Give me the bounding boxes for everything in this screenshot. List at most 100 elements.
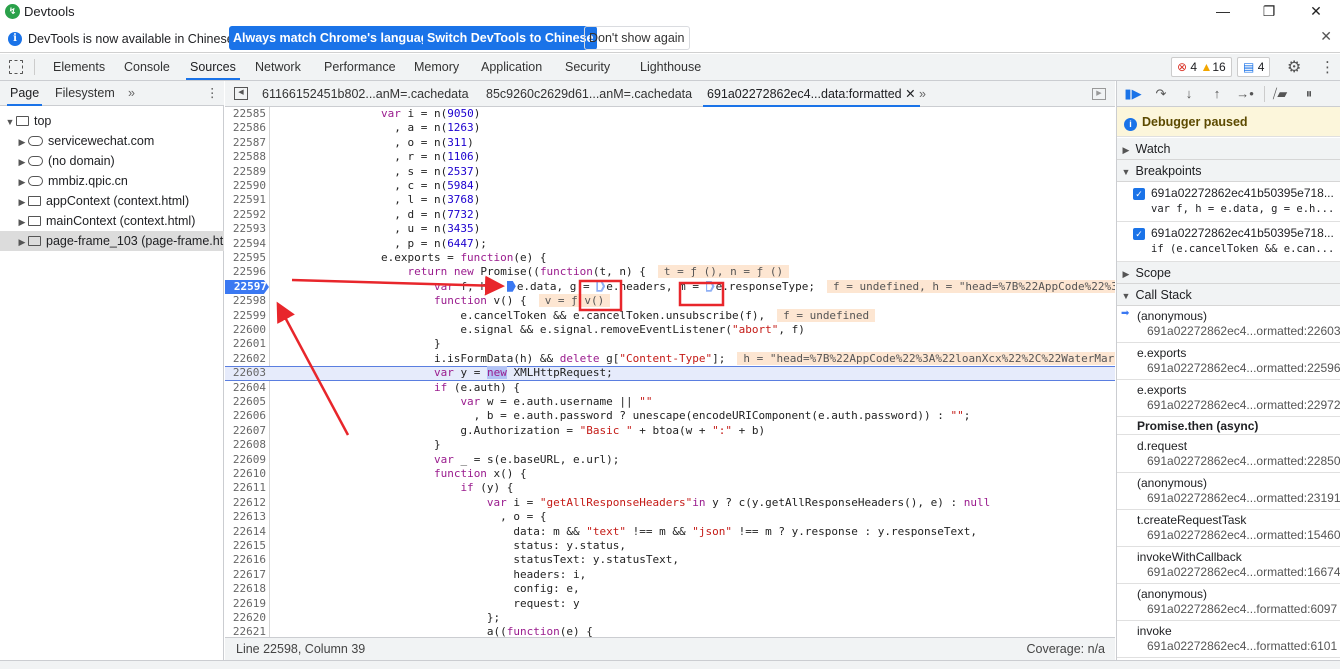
- frame-location[interactable]: 691a02272862ec4...ormatted:22850: [1147, 454, 1340, 468]
- line-number[interactable]: 22605: [225, 395, 268, 409]
- close-icon[interactable]: ✕: [1320, 28, 1332, 45]
- call-frame[interactable]: (anonymous) 691a02272862ec4...formatted:6…: [1117, 584, 1340, 621]
- tree-item[interactable]: ▶ appContext (context.html): [0, 191, 224, 211]
- frame-location[interactable]: 691a02272862ec4...ormatted:22596: [1147, 361, 1340, 375]
- tab-performance[interactable]: Performance: [320, 54, 400, 80]
- tree-item[interactable]: ▶ mainContext (context.html): [0, 211, 224, 231]
- tree-item[interactable]: ▶ (no domain): [0, 151, 224, 171]
- line-number[interactable]: 22619: [225, 597, 268, 611]
- breakpoint-checkbox[interactable]: ✓: [1133, 188, 1145, 200]
- line-number[interactable]: 22595: [225, 251, 268, 265]
- deactivate-breakpoints-icon[interactable]: ⧸▰: [1269, 84, 1291, 104]
- line-number[interactable]: 22618: [225, 582, 268, 596]
- more-tabs-icon[interactable]: »: [125, 81, 138, 106]
- frame-location[interactable]: 691a02272862ec4...ormatted:22972: [1147, 398, 1340, 412]
- section-call-stack[interactable]: ▼ Call Stack: [1117, 284, 1340, 306]
- tab-lighthouse[interactable]: Lighthouse: [636, 54, 705, 80]
- settings-gear-icon[interactable]: ⚙: [1287, 57, 1301, 77]
- expand-triangle-icon[interactable]: ▶: [16, 232, 28, 251]
- section-breakpoints[interactable]: ▼ Breakpoints: [1117, 160, 1340, 182]
- minimize-icon[interactable]: —: [1200, 0, 1246, 24]
- tab-sources[interactable]: Sources: [186, 54, 240, 80]
- line-number[interactable]: 22620: [225, 611, 268, 625]
- inline-breakpoint-inactive-icon[interactable]: [705, 280, 715, 292]
- line-number[interactable]: 22614: [225, 525, 268, 539]
- breakpoint-item[interactable]: ✓ 691a02272862ec41b50395e718... var f, h =…: [1117, 182, 1340, 222]
- step-out-icon[interactable]: ↑: [1206, 84, 1228, 104]
- frame-location[interactable]: 691a02272862ec4...ormatted:16674: [1147, 565, 1340, 579]
- line-number[interactable]: 22588: [225, 150, 268, 164]
- more-options-icon[interactable]: ⋮: [203, 81, 222, 106]
- line-number[interactable]: 22613: [225, 510, 268, 524]
- call-frame[interactable]: invoke 691a02272862ec4...formatted:6101: [1117, 621, 1340, 658]
- line-number[interactable]: 22592: [225, 208, 268, 222]
- tree-item[interactable]: ▶ servicewechat.com: [0, 131, 224, 151]
- messages-counter[interactable]: ▤ 4: [1237, 57, 1271, 77]
- line-number[interactable]: 22610: [225, 467, 268, 481]
- frame-location[interactable]: 691a02272862ec4...formatted:6097: [1147, 602, 1337, 616]
- line-number[interactable]: 22612: [225, 496, 268, 510]
- switch-to-chinese-button[interactable]: Switch DevTools to Chinese: [423, 26, 598, 50]
- breakpoint-item[interactable]: ✓ 691a02272862ec41b50395e718... if (e.canc…: [1117, 222, 1340, 262]
- call-frame[interactable]: t.createRequestTask 691a02272862ec4...orm…: [1117, 510, 1340, 547]
- line-number[interactable]: 22593: [225, 222, 268, 236]
- line-number[interactable]: 22591: [225, 193, 268, 207]
- match-language-button[interactable]: Always match Chrome's language: [229, 26, 440, 50]
- line-number[interactable]: 22596: [225, 265, 268, 279]
- expand-triangle-icon[interactable]: ▶: [16, 192, 28, 211]
- frame-location[interactable]: 691a02272862ec4...ormatted:22603: [1147, 324, 1340, 338]
- call-frame[interactable]: ➡ (anonymous) 691a02272862ec4...ormatted:2…: [1117, 306, 1340, 343]
- call-frame[interactable]: e.exports 691a02272862ec4...ormatted:2259…: [1117, 343, 1340, 380]
- line-number[interactable]: 22598: [225, 294, 268, 308]
- toggle-debugger-icon[interactable]: ▶: [1092, 88, 1106, 100]
- step-icon[interactable]: →•: [1234, 84, 1256, 104]
- line-number[interactable]: 22590: [225, 179, 268, 193]
- call-frame[interactable]: invokeWithCallback 691a02272862ec4...orma…: [1117, 547, 1340, 584]
- collapse-triangle-icon[interactable]: ▼: [4, 112, 16, 131]
- tab-memory[interactable]: Memory: [410, 54, 463, 80]
- line-number[interactable]: 22587: [225, 136, 268, 150]
- expand-triangle-icon[interactable]: ▶: [16, 212, 28, 231]
- line-number[interactable]: 22599: [225, 309, 268, 323]
- editor-tab-active[interactable]: 691a02272862ec4...data:formatted ✕: [703, 81, 920, 107]
- tab-page[interactable]: Page: [7, 81, 43, 106]
- breakpoint-line-number[interactable]: 22597: [225, 279, 269, 295]
- line-number[interactable]: 22615: [225, 539, 268, 553]
- issues-counter[interactable]: ⊗ 4 ▲16: [1171, 57, 1232, 77]
- expand-triangle-icon[interactable]: ▶: [16, 132, 28, 151]
- close-icon[interactable]: ✕: [1293, 0, 1339, 24]
- inline-breakpoint-inactive-icon[interactable]: [596, 280, 606, 292]
- call-frame[interactable]: (anonymous) 691a02272862ec4...ormatted:23…: [1117, 473, 1340, 510]
- tab-application[interactable]: Application: [477, 54, 546, 80]
- code-view[interactable]: 22585 var i = n(9050) 22586 , a = n(1263)…: [225, 107, 1115, 637]
- inspect-element-icon[interactable]: [9, 60, 23, 74]
- more-tabs-icon[interactable]: »: [915, 81, 930, 107]
- tab-network[interactable]: Network: [251, 54, 305, 80]
- step-over-icon[interactable]: ↷: [1150, 84, 1172, 104]
- call-frame[interactable]: d.request 691a02272862ec4...ormatted:2285…: [1117, 436, 1340, 473]
- line-number[interactable]: 22602: [225, 352, 268, 366]
- line-number[interactable]: 22585: [225, 107, 268, 121]
- inline-breakpoint-active-icon[interactable]: [506, 280, 516, 292]
- line-number[interactable]: 22603: [225, 366, 268, 379]
- expand-triangle-icon[interactable]: ▶: [16, 152, 28, 171]
- expand-triangle-icon[interactable]: ▶: [16, 172, 28, 191]
- line-number[interactable]: 22611: [225, 481, 268, 495]
- line-number[interactable]: 22607: [225, 424, 268, 438]
- frame-location[interactable]: 691a02272862ec4...ormatted:23191: [1147, 491, 1340, 505]
- toggle-navigator-icon[interactable]: ◀: [234, 87, 248, 100]
- line-number[interactable]: 22608: [225, 438, 268, 452]
- pause-on-exceptions-icon[interactable]: ⏸: [1298, 84, 1320, 104]
- tab-security[interactable]: Security: [561, 54, 614, 80]
- line-number[interactable]: 22601: [225, 337, 268, 351]
- line-number[interactable]: 22594: [225, 237, 268, 251]
- tree-item[interactable]: ▼ top: [0, 111, 224, 131]
- line-number[interactable]: 22604: [225, 381, 268, 395]
- frame-location[interactable]: 691a02272862ec4...ormatted:15460: [1147, 528, 1340, 542]
- breakpoint-checkbox[interactable]: ✓: [1133, 228, 1145, 240]
- line-number[interactable]: 22600: [225, 323, 268, 337]
- tab-elements[interactable]: Elements: [49, 54, 109, 80]
- dont-show-again-button[interactable]: Don't show again: [584, 26, 690, 50]
- line-number[interactable]: 22621: [225, 625, 268, 637]
- tab-console[interactable]: Console: [120, 54, 174, 80]
